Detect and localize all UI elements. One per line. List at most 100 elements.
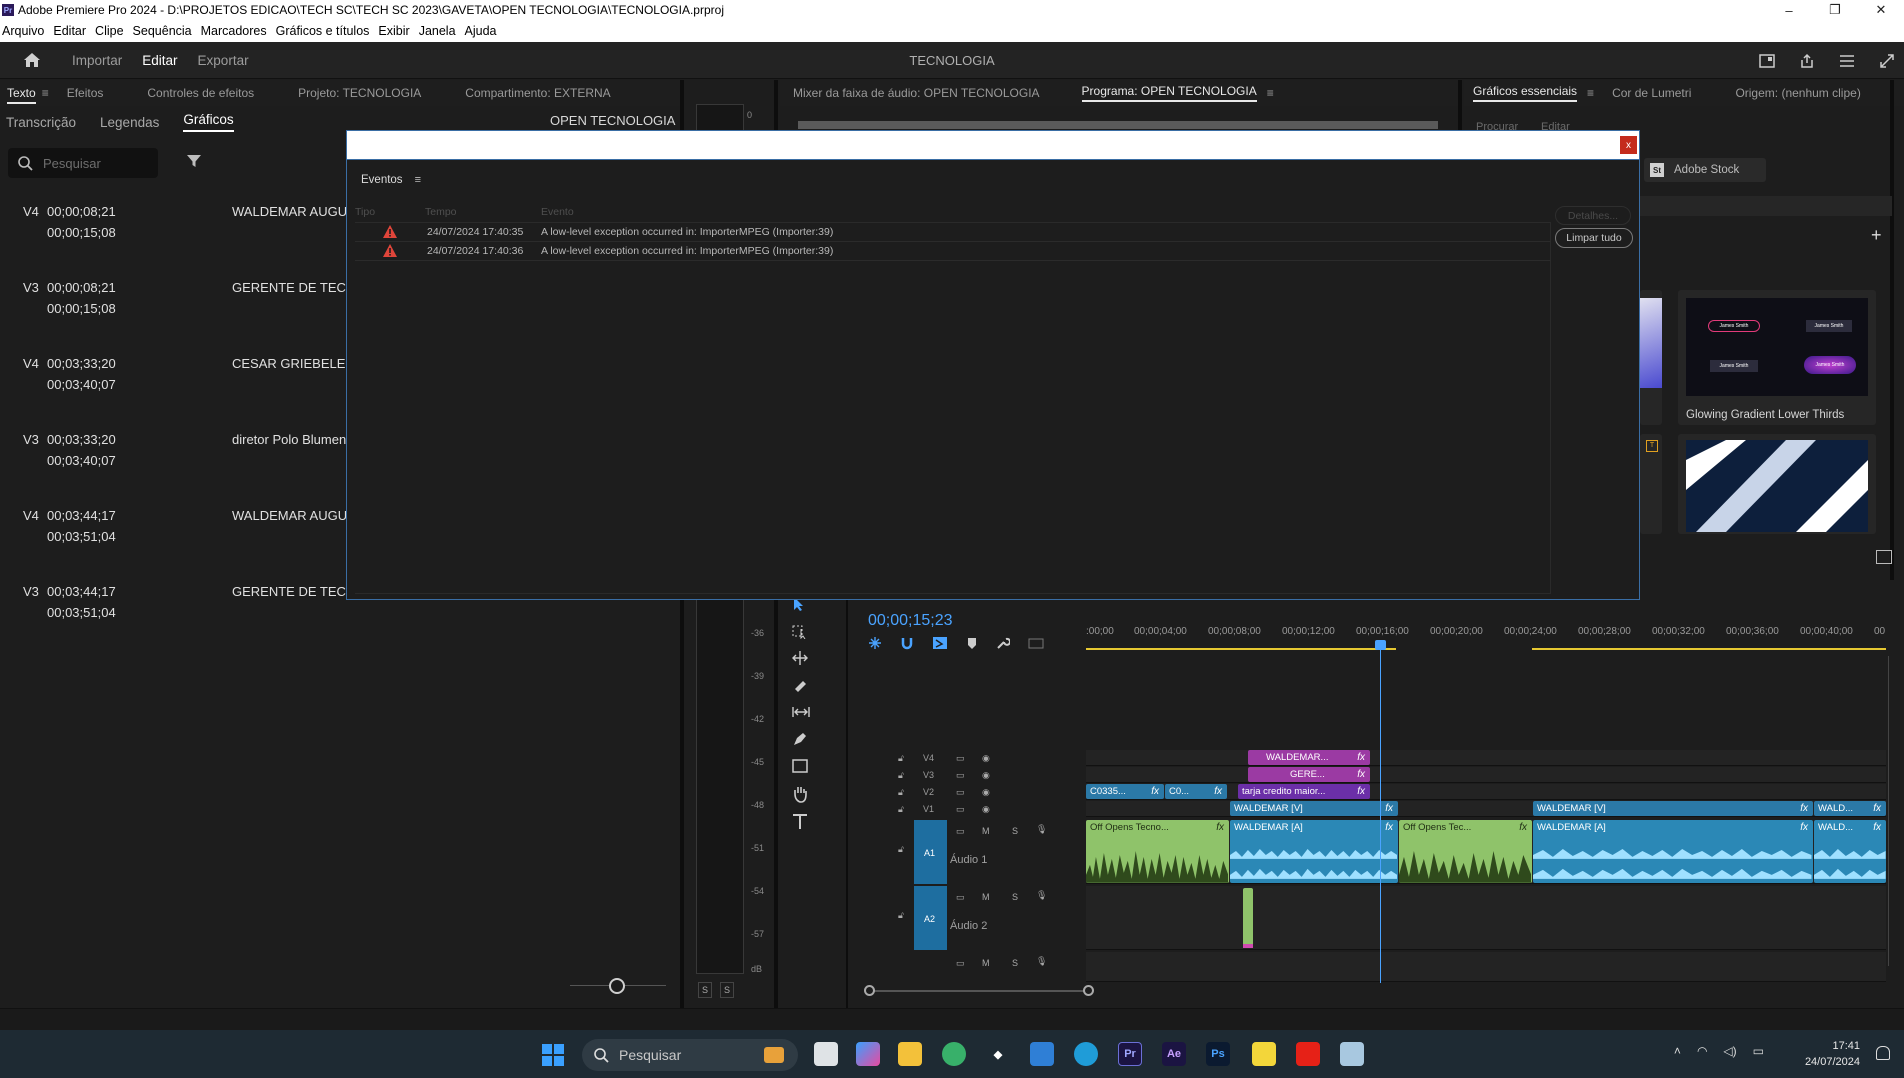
mute-button[interactable]: M (982, 892, 990, 902)
eye-icon[interactable]: ◉ (982, 753, 990, 764)
battery-icon[interactable]: ▭ (1753, 1044, 1764, 1058)
track-lane-a2[interactable] (1086, 886, 1886, 950)
solo-button[interactable]: S (1012, 958, 1018, 968)
track-lane-a3[interactable] (1086, 952, 1886, 982)
notification-bell-icon[interactable] (1876, 1046, 1890, 1060)
tab-texto[interactable]: Texto (7, 86, 36, 104)
task-view-icon[interactable] (814, 1042, 838, 1066)
video-clip[interactable]: WALDEMAR [V] fx (1230, 801, 1398, 816)
workspace-icon[interactable] (1758, 52, 1776, 70)
video-clip[interactable]: C0335... fx (1086, 784, 1164, 799)
graphic-clip[interactable]: GERE... fx (1248, 767, 1370, 782)
track-lane-v4[interactable]: WALDEMAR... fx (1086, 750, 1886, 766)
details-button[interactable]: Detalhes... (1555, 206, 1631, 225)
lock-icon[interactable]: 🔓︎ (898, 753, 904, 764)
caption-item[interactable]: V3 00;00;08;21 00;00;15;08 GERENTE DE TE… (0, 269, 346, 345)
scrollbar-handle-right[interactable] (1083, 985, 1094, 996)
eye-icon[interactable]: ◉ (982, 804, 990, 815)
lock-icon[interactable]: 🔓︎ (898, 770, 904, 781)
new-layer-icon[interactable] (1876, 550, 1892, 564)
taskbar-clock[interactable]: 17:41 24/07/2024 (1805, 1038, 1860, 1070)
menu-exibir[interactable]: Exibir (378, 24, 416, 38)
mic-icon[interactable]: 🎙︎ (1036, 956, 1047, 967)
youtube-icon[interactable] (1296, 1042, 1320, 1066)
wifi-icon[interactable]: ◠ (1697, 1044, 1707, 1058)
eye-icon[interactable]: ◉ (982, 770, 990, 781)
work-area-bar[interactable] (1532, 648, 1886, 650)
windows-start-icon[interactable] (542, 1044, 564, 1066)
menu-editar[interactable]: Editar (53, 24, 93, 38)
tab-efeitos[interactable]: Efeitos (67, 86, 104, 100)
audio-clip[interactable] (1243, 888, 1253, 948)
film-icon[interactable]: ▭ (956, 753, 965, 764)
nest-icon[interactable] (868, 636, 882, 650)
tab-programa-menu-icon[interactable]: ≡ (1267, 86, 1274, 100)
solo-button[interactable]: S (1012, 826, 1018, 836)
pen-tool-icon[interactable] (791, 731, 815, 753)
type-tool-icon[interactable] (791, 812, 815, 834)
mode-editar[interactable]: Editar (142, 53, 177, 68)
caption-item[interactable]: V3 00;03;44;17 00;03;51;04 GERENTE DE TE… (0, 573, 346, 649)
home-button[interactable] (12, 42, 52, 79)
chevron-up-icon[interactable]: ˄ (1674, 1044, 1681, 1058)
graphic-template-partial[interactable] (1640, 290, 1662, 425)
solo-right-button[interactable]: S (720, 982, 734, 998)
graphic-template-partial[interactable]: T (1640, 434, 1662, 534)
filter-icon[interactable] (186, 153, 202, 169)
menu-janela[interactable]: Janela (419, 24, 463, 38)
video-clip[interactable]: WALD... fx (1814, 801, 1886, 816)
audio-clip[interactable]: WALDEMAR [A] fx (1533, 820, 1813, 883)
taskbar-search[interactable]: Pesquisar (582, 1039, 798, 1071)
events-menu-icon[interactable]: ≡ (415, 174, 421, 186)
minimize-button[interactable]: – (1766, 0, 1812, 20)
tab-programa[interactable]: Programa: OPEN TECNOLOGIA (1081, 84, 1257, 102)
clear-all-button[interactable]: Limpar tudo (1555, 228, 1633, 248)
menu-arquivo[interactable]: Arquivo (2, 24, 51, 38)
share-icon[interactable] (1798, 52, 1816, 70)
solo-button[interactable]: S (1012, 892, 1018, 902)
tab-audio-mixer[interactable]: Mixer da faixa de áudio: OPEN TECNOLOGIA (793, 86, 1040, 100)
subtab-transcricao[interactable]: Transcrição (6, 115, 76, 130)
track-lane-a1[interactable]: Off Opens Tecno... fx WALDEMAR [A] fx Off … (1086, 820, 1886, 884)
lock-icon[interactable]: 🔓︎ (898, 787, 904, 798)
caption-search-input[interactable]: Pesquisar (8, 148, 158, 178)
mode-exportar[interactable]: Exportar (198, 53, 249, 68)
timeline-timecode[interactable]: 00;00;15;23 (868, 612, 953, 630)
tab-graficos-essenciais[interactable]: Gráficos essenciais (1473, 84, 1578, 102)
tab-projeto[interactable]: Projeto: TECNOLOGIA (298, 86, 421, 100)
menu-clipe[interactable]: Clipe (95, 24, 131, 38)
store-icon[interactable] (1030, 1042, 1054, 1066)
volume-icon[interactable]: ◁) (1723, 1044, 1736, 1058)
edge-canary-icon[interactable] (942, 1042, 966, 1066)
video-clip[interactable]: WALDEMAR [V] fx (1533, 801, 1813, 816)
subtab-graficos[interactable]: Gráficos (183, 112, 234, 132)
film-icon[interactable]: ▭ (956, 958, 965, 969)
lock-icon[interactable]: 🔓︎ (898, 910, 904, 921)
edge-icon[interactable] (1074, 1042, 1098, 1066)
after-effects-icon[interactable]: Ae (1162, 1042, 1186, 1066)
audio-clip[interactable]: Off Opens Tec... fx (1399, 820, 1532, 883)
file-explorer-icon[interactable] (898, 1042, 922, 1066)
premiere-taskbar-icon[interactable]: Pr (1118, 1042, 1142, 1066)
maximize-button[interactable]: ❐ (1812, 0, 1858, 20)
menu-graficos[interactable]: Gráficos e títulos (276, 24, 377, 38)
track-lane-v3[interactable]: GERE... fx (1086, 767, 1886, 783)
hamburger-menu-icon[interactable] (1838, 52, 1856, 70)
mute-button[interactable]: M (982, 826, 990, 836)
monitor-app-icon[interactable] (1340, 1042, 1364, 1066)
photoshop-icon[interactable]: Ps (1206, 1042, 1230, 1066)
track-lane-v1[interactable]: WALDEMAR [V] fx WALDEMAR [V] fx WALD... fx (1086, 801, 1886, 817)
linked-selection-icon[interactable] (932, 636, 948, 650)
film-icon[interactable]: ▭ (956, 770, 965, 781)
razor-tool-icon[interactable] (791, 677, 815, 699)
captions-icon[interactable] (1028, 636, 1044, 650)
lock-icon[interactable]: 🔓︎ (898, 804, 904, 815)
film-icon[interactable]: ▭ (956, 826, 965, 837)
wrench-icon[interactable] (996, 636, 1010, 650)
work-area-bar[interactable] (1086, 648, 1396, 650)
video-clip[interactable]: C0... fx (1165, 784, 1227, 799)
film-icon[interactable]: ▭ (956, 787, 965, 798)
caption-item[interactable]: V4 00;03;33;20 00;03;40;07 CESAR GRIEBEL… (0, 345, 346, 421)
audio-clip[interactable]: WALDEMAR [A] fx (1230, 820, 1398, 883)
sticky-notes-icon[interactable] (1252, 1042, 1276, 1066)
